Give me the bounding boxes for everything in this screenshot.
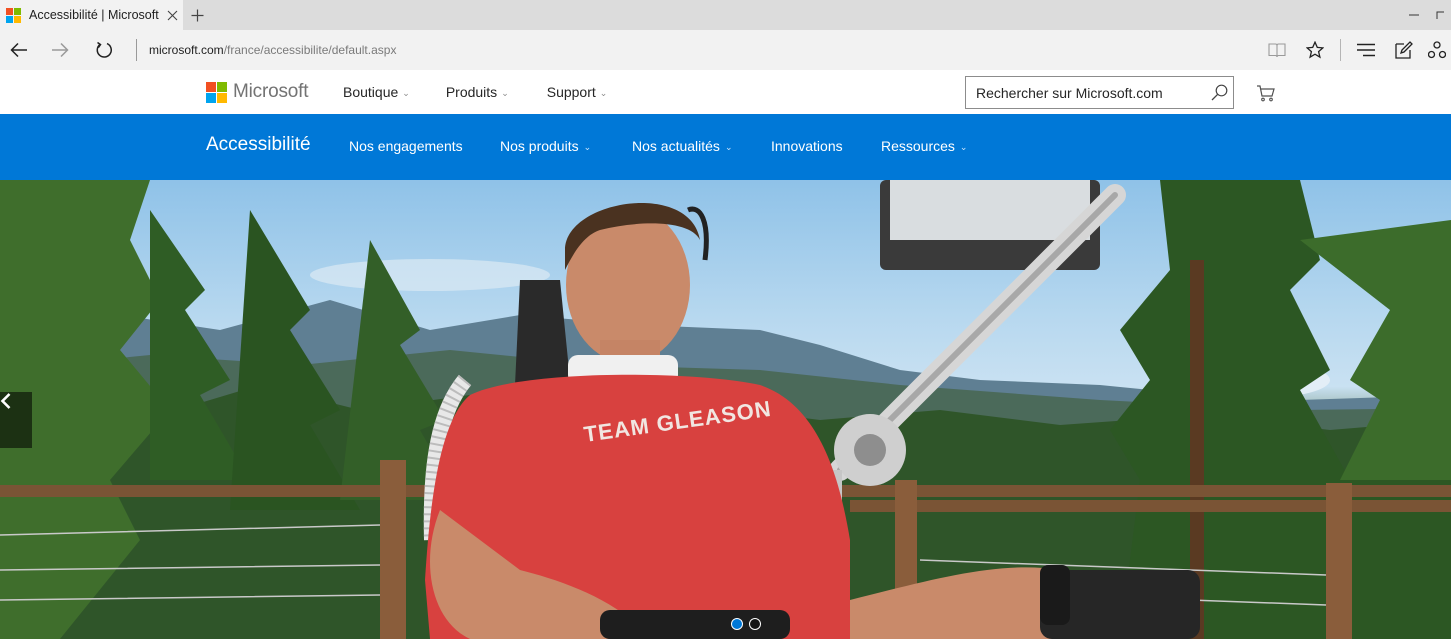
address-bar: microsoft.com/france/accessibilite/defau… [0, 30, 1451, 70]
window-controls [1397, 0, 1451, 30]
microsoft-home-link[interactable]: Microsoft [206, 81, 308, 103]
browser-tab[interactable]: Accessibilité | Microsoft [0, 0, 183, 30]
browser-tab-bar: Accessibilité | Microsoft [0, 0, 1451, 30]
nav-boutique[interactable]: Boutique ⌄ [343, 84, 410, 100]
chevron-down-icon: ⌄ [724, 141, 733, 152]
nav-support[interactable]: Support ⌄ [547, 84, 608, 100]
nav-nos-actualites[interactable]: Nos actualités ⌄ [632, 138, 732, 154]
minimize-button[interactable] [1397, 0, 1431, 30]
search-button[interactable] [1205, 77, 1233, 108]
url-path: /france/accessibilite/default.aspx [223, 43, 397, 57]
chevron-down-icon: ⌄ [959, 141, 968, 152]
address-separator [136, 39, 137, 61]
toolbar-separator [1340, 39, 1341, 61]
nav-label: Nos produits [500, 138, 579, 154]
carousel-dots [731, 618, 761, 630]
nav-nos-produits[interactable]: Nos produits ⌄ [500, 138, 591, 154]
url-field[interactable]: microsoft.com/france/accessibilite/defau… [149, 43, 396, 57]
nav-nos-engagements[interactable]: Nos engagements [349, 138, 463, 154]
nav-label: Nos actualités [632, 138, 720, 154]
chevron-left-icon [0, 393, 11, 409]
share-icon [1428, 41, 1446, 59]
hero-carousel: TEAM GLEASON [0, 180, 1451, 639]
hub-icon [1357, 43, 1375, 57]
plus-icon[interactable] [183, 0, 211, 30]
nav-innovations[interactable]: Innovations [771, 138, 843, 154]
chevron-down-icon: ⌄ [599, 87, 608, 98]
book-icon [1268, 43, 1286, 58]
url-host: microsoft.com [149, 43, 224, 57]
forward-button[interactable] [38, 30, 82, 70]
close-icon[interactable] [167, 7, 178, 23]
nav-label: Support [546, 84, 596, 100]
brand-name: Microsoft [233, 81, 309, 102]
favorites-button[interactable] [1296, 30, 1334, 70]
search-input[interactable] [966, 77, 1205, 108]
hero-image: TEAM GLEASON [0, 180, 1451, 639]
chevron-down-icon: ⌄ [583, 141, 592, 152]
browser-toolbar [1258, 30, 1451, 70]
star-icon [1306, 41, 1324, 59]
carousel-dot-2[interactable] [749, 618, 761, 630]
chevron-down-icon: ⌄ [501, 87, 509, 98]
web-note-button[interactable] [1385, 30, 1423, 70]
nav-label: Innovations [771, 138, 843, 154]
site-header: Microsoft Boutique ⌄ Produits ⌄ Support … [0, 70, 1451, 114]
search-icon [1211, 84, 1227, 101]
share-button[interactable] [1423, 30, 1451, 70]
back-button[interactable] [0, 30, 38, 70]
reading-view-button[interactable] [1258, 30, 1296, 70]
chevron-down-icon: ⌄ [402, 87, 410, 98]
nav-label: Nos engagements [349, 138, 463, 154]
microsoft-logo-icon [6, 7, 21, 23]
hub-button[interactable] [1347, 30, 1385, 70]
microsoft-logo-icon [206, 81, 227, 103]
accessibility-nav: Accessibilité Nos engagements Nos produi… [0, 114, 1451, 180]
restore-button[interactable] [1431, 0, 1451, 30]
tab-title: Accessibilité | Microsoft [29, 8, 159, 22]
cart-icon [1257, 85, 1275, 102]
carousel-prev-button[interactable] [0, 392, 32, 448]
nav-label: Produits [445, 84, 498, 100]
cart-button[interactable] [1256, 83, 1276, 103]
refresh-button[interactable] [82, 30, 126, 70]
top-nav: Boutique ⌄ Produits ⌄ Support ⌄ [343, 84, 607, 100]
refresh-icon [96, 41, 113, 58]
nav-label: Boutique [343, 84, 399, 100]
search-box [965, 76, 1234, 109]
web-note-icon [1395, 41, 1413, 59]
nav-ressources[interactable]: Ressources ⌄ [881, 138, 967, 154]
back-arrow-icon [10, 42, 27, 58]
forward-arrow-icon [52, 42, 69, 58]
carousel-dot-1[interactable] [731, 618, 743, 630]
nav-label: Ressources [881, 138, 955, 154]
accessibility-home-link[interactable]: Accessibilité [206, 134, 311, 156]
nav-produits[interactable]: Produits ⌄ [446, 84, 509, 100]
